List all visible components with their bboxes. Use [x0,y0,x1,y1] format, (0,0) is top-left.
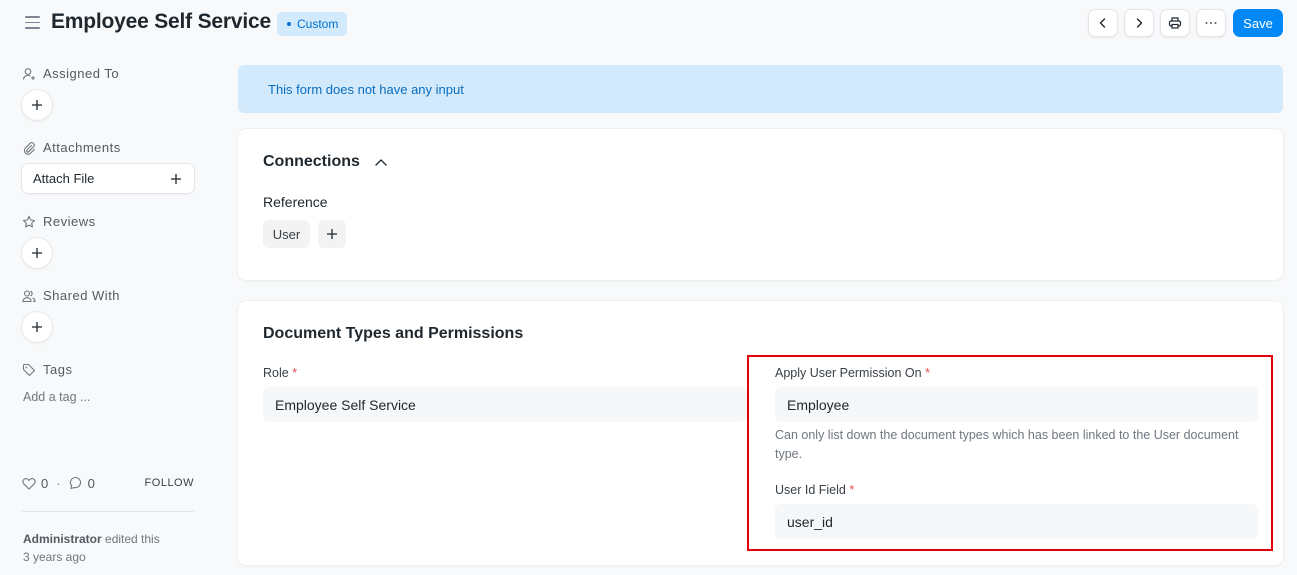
plus-icon [32,322,42,332]
connections-card: Connections Reference User [238,129,1283,280]
tag-icon [22,363,36,376]
reviews-label: Reviews [43,214,96,229]
role-label-text: Role [263,366,289,380]
follow-button[interactable]: FOLLOW [145,477,194,489]
sidebar-divider [22,511,194,512]
connections-title[interactable]: Connections [263,153,360,171]
print-button[interactable] [1160,9,1190,37]
save-button[interactable]: Save [1233,9,1283,37]
editor-name[interactable]: Administrator [23,532,102,546]
add-review-button[interactable] [22,238,52,268]
like-count: 0 [41,475,49,491]
shared-with-label: Shared With [43,288,121,303]
previous-record-button[interactable] [1088,9,1118,37]
page-header: Employee Self Service Custom Save [0,0,1297,46]
role-field[interactable]: Employee Self Service [263,387,747,422]
paperclip-icon [23,141,35,155]
assigned-to-label: Assigned To [43,66,120,81]
reference-group-label: Reference [263,194,328,210]
edit-time: 3 years ago [23,550,86,564]
add-assignee-button[interactable] [22,90,52,120]
attach-file-button[interactable]: Attach File [22,164,194,193]
plus-icon [32,248,42,258]
plus-icon [171,173,181,184]
separator-dot: · [56,475,61,491]
last-edit-info: Administrator edited this 3 years ago [23,530,160,566]
more-dots-icon [1205,22,1217,24]
apply-on-field[interactable]: Employee [775,387,1258,422]
add-share-button[interactable] [22,312,52,342]
attachments-label: Attachments [43,140,121,155]
plus-icon [32,100,42,110]
required-marker: * [849,483,855,497]
assigned-to-section: Assigned To [22,66,119,81]
doctypes-title: Document Types and Permissions [263,325,524,342]
user-add-icon [22,67,35,80]
status-dot-icon [287,22,291,26]
heart-icon [22,477,36,490]
apply-on-label: Apply User Permission On * [775,366,930,380]
star-icon [22,215,36,227]
required-marker: * [925,366,930,380]
like-button[interactable]: 0 [22,476,48,491]
more-actions-button[interactable] [1196,9,1226,37]
status-badge-label: Custom [297,17,339,31]
status-badge: Custom [277,12,348,36]
tags-label: Tags [43,362,73,377]
add-connection-button[interactable] [318,220,346,248]
printer-icon [1168,17,1182,29]
add-tag-link[interactable]: Add a tag ... [23,390,90,404]
apply-on-description: Can only list down the document types wh… [775,428,1239,461]
user-id-field-label: User Id Field * [775,483,854,497]
form-alert: This form does not have any input [238,65,1283,113]
comment-count: 0 [87,475,95,491]
attach-file-label: Attach File [33,171,95,186]
sidebar-toggle-icon[interactable] [25,16,40,29]
users-icon [22,289,36,302]
page-title: Employee Self Service [51,10,271,33]
comment-button[interactable]: 0 [69,476,95,491]
shared-with-section: Shared With [22,288,120,303]
attachments-section: Attachments [22,140,121,155]
chevron-right-icon [1136,18,1143,28]
next-record-button[interactable] [1124,9,1154,37]
plus-icon [327,229,337,239]
user-id-field-input[interactable]: user_id [775,504,1258,539]
required-marker: * [292,366,298,380]
social-stats: 0 · 0 FOLLOW [22,475,194,491]
apply-on-label-text: Apply User Permission On [775,366,922,380]
chevron-left-icon [1099,18,1106,28]
comment-icon [69,476,81,490]
edit-action: edited this [101,532,160,546]
tags-section: Tags [22,362,72,377]
role-label: Role * [263,366,297,380]
connection-user-link[interactable]: User [263,220,310,248]
user-id-field-label-text: User Id Field [775,483,846,497]
doctypes-permissions-card: Document Types and Permissions Role * Em… [238,301,1283,565]
reviews-section: Reviews [22,214,96,229]
chevron-up-icon[interactable] [375,158,387,166]
